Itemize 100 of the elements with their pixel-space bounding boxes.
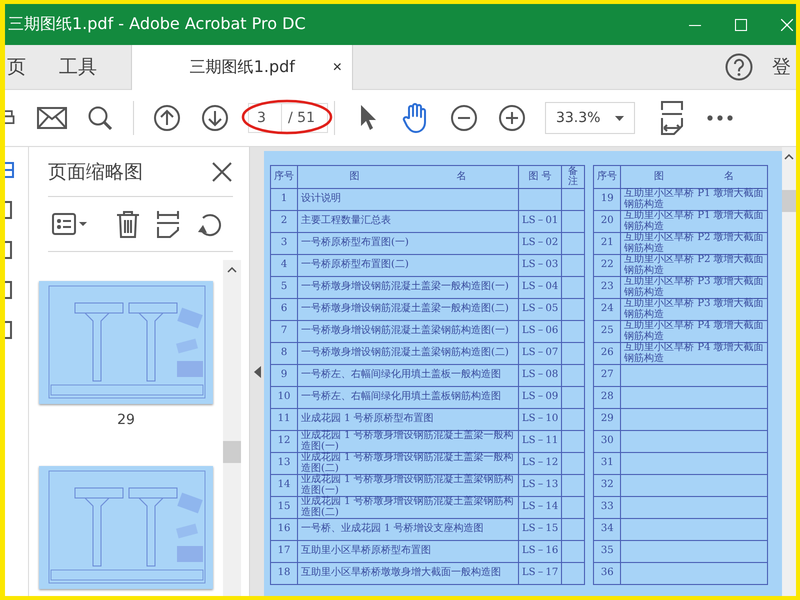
panel-icon[interactable]	[5, 239, 15, 261]
table-cell: 33	[594, 496, 621, 518]
table-cell: 3	[270, 232, 298, 254]
table-cell: 业成花园 1 号桥墩身增设钢筋混凝土盖梁钢筋构造图(一)	[298, 474, 518, 496]
column-header: 名	[724, 172, 734, 182]
scroll-thumb[interactable]	[223, 441, 241, 463]
table-cell: 16	[270, 518, 298, 540]
column-header: 图 号	[518, 166, 562, 188]
page-extract-icon[interactable]	[156, 208, 180, 240]
zoom-dropdown[interactable]: 33.3%	[544, 102, 635, 134]
table-cell: 17	[270, 540, 298, 562]
sign-in-link[interactable]: 登	[772, 45, 796, 89]
table-cell: 一号桥左、右幅间绿化用填土盖板钢筋构造图	[298, 386, 518, 408]
page-label: 29	[117, 412, 135, 428]
panel-title: 页面缩略图	[48, 160, 143, 184]
table-cell: 业成花园 1 号桥墩身增设钢筋混凝土盖梁一般构造图(一)	[298, 430, 518, 452]
scroll-thumb[interactable]	[782, 190, 796, 212]
table-cell: 互助里小区旱桥 P1 墩增大截面钢筋构造	[620, 188, 768, 210]
table-cell: 7	[270, 320, 298, 342]
nav-tab[interactable]: 页	[7, 54, 59, 80]
table-cell: 12	[270, 430, 298, 452]
scroll-up-icon[interactable]	[227, 266, 237, 273]
table-cell: 35	[594, 540, 621, 562]
caret-icon	[614, 116, 624, 120]
table-cell: 24	[594, 298, 621, 320]
nav-tab[interactable]: 工具	[59, 54, 97, 80]
table-cell: 业成花园 1 号桥墩身增设钢筋混凝土盖梁一般构造图(二)	[298, 452, 518, 474]
table-cell: 互助里小区旱桥桥墩墩身增大截面一般构造图	[298, 562, 518, 584]
table-cell: 业成花园 1 号桥原桥型布置图	[298, 408, 518, 430]
column-header: 备注	[562, 166, 585, 188]
table-cell: 互助里小区旱桥 P2 墩增大截面钢筋构造	[620, 254, 768, 276]
table-cell: 主要工程数量汇总表	[298, 210, 518, 232]
table-cell: 23	[594, 276, 621, 298]
table-cell: LS－11	[518, 430, 562, 452]
table-cell: 32	[594, 474, 621, 496]
table-cell: 36	[594, 562, 621, 584]
table-cell: LS－10	[518, 408, 562, 430]
tab-close-button[interactable]: ×	[328, 58, 352, 76]
table-cell: LS－13	[518, 474, 562, 496]
table-cell: LS－15	[518, 518, 562, 540]
table-cell: 22	[594, 254, 621, 276]
table-cell: 34	[594, 518, 621, 540]
table-cell: 互助里小区旱桥 P4 墩增大截面钢筋构造	[620, 320, 768, 342]
panel-icon[interactable]	[5, 199, 15, 221]
maximize-icon[interactable]	[735, 18, 747, 30]
table-cell: 25	[594, 320, 621, 342]
page-count: / 51	[282, 103, 328, 133]
table-cell: LS－02	[518, 232, 562, 254]
column-header: 序号	[594, 166, 621, 188]
table-cell: 5	[270, 276, 298, 298]
column-header: 图	[350, 172, 360, 182]
column-header: 序号	[270, 166, 298, 188]
table-cell: 19	[594, 188, 621, 210]
table-cell: 8	[270, 342, 298, 364]
scroll-up-icon[interactable]	[784, 153, 794, 160]
table-cell: 业成花园 1 号桥墩身增设钢筋混凝土盖梁钢筋构造图(二)	[298, 496, 518, 518]
table-cell: 20	[594, 210, 621, 232]
table-cell: 30	[594, 430, 621, 452]
document-tab[interactable]: 三期图纸1.pdf ×	[131, 45, 353, 90]
scrollbar[interactable]	[223, 260, 241, 596]
table-cell: 一号桥原桥型布置图(一)	[298, 232, 518, 254]
table-cell: 6	[270, 298, 298, 320]
trash-icon[interactable]	[116, 208, 140, 240]
panel-icon[interactable]	[5, 279, 15, 301]
table-cell: 2	[270, 210, 298, 232]
table-cell: 一号桥墩身增设钢筋混凝土盖梁一般构造图(一)	[298, 276, 518, 298]
close-icon[interactable]	[211, 160, 233, 182]
table-cell: LS－12	[518, 452, 562, 474]
table-cell: 互助里小区旱桥 P3 墩增大截面钢筋构造	[620, 298, 768, 320]
table-cell: 28	[594, 386, 621, 408]
table-cell: 一号桥墩身增设钢筋混凝土盖梁钢筋构造图(二)	[298, 342, 518, 364]
table-cell: 互助里小区旱桥 P3 墩增大截面钢筋构造	[620, 276, 768, 298]
table-cell: 18	[270, 562, 298, 584]
table-cell: LS－04	[518, 276, 562, 298]
table-cell: LS－09	[518, 386, 562, 408]
table-cell: 一号桥墩身增设钢筋混凝土盖梁钢筋构造图(一)	[298, 320, 518, 342]
table-cell: 14	[270, 474, 298, 496]
table-cell: 31	[594, 452, 621, 474]
table-cell: 互助里小区旱桥原桥型布置图	[298, 540, 518, 562]
table-cell: LS－16	[518, 540, 562, 562]
tab-title: 三期图纸1.pdf	[188, 57, 296, 78]
table-cell: LS－03	[518, 254, 562, 276]
table-cell: 互助里小区旱桥 P2 墩增大截面钢筋构造	[620, 232, 768, 254]
table-cell: 26	[594, 342, 621, 364]
page-icon[interactable]	[5, 159, 15, 181]
scrollbar[interactable]	[782, 147, 796, 596]
table-cell: 设计说明	[298, 188, 518, 210]
panel-icon[interactable]	[5, 319, 15, 341]
table-cell: 4	[270, 254, 298, 276]
table-cell: 10	[270, 386, 298, 408]
table-cell: 15	[270, 496, 298, 518]
table-cell: 互助里小区旱桥 P1 墩增大截面钢筋构造	[620, 210, 768, 232]
table-cell: 1	[270, 188, 298, 210]
table-cell: 11	[270, 408, 298, 430]
table-cell: LS－08	[518, 364, 562, 386]
table-cell: 互助里小区旱桥 P4 墩增大截面钢筋构造	[620, 342, 768, 364]
help-icon[interactable]	[724, 53, 754, 81]
table-cell: 27	[594, 364, 621, 386]
table-cell: LS－01	[518, 210, 562, 232]
table-cell: 21	[594, 232, 621, 254]
